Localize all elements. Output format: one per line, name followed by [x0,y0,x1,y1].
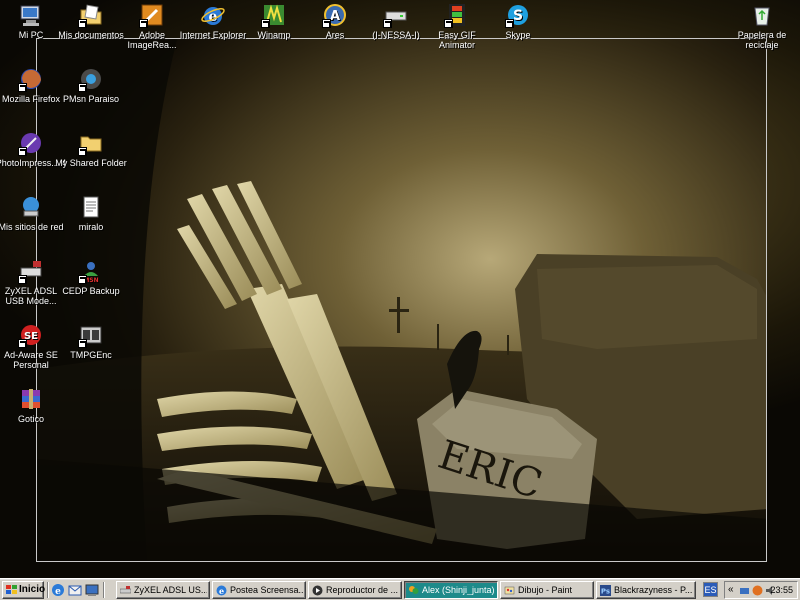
desktop[interactable]: ERIC Mi PC Mis documentos Adobe ImageRea… [0,0,800,578]
taskbar-separator [47,582,49,598]
ad-aware-icon: SE [18,322,44,348]
svg-text:Ps: Ps [601,588,610,596]
task-label: Blackrazyness - P... [614,585,693,595]
svg-text:e: e [55,587,61,597]
show-desktop-quicklaunch-icon[interactable] [85,583,99,597]
task-label: Postea Screensa... [230,585,303,595]
task-button-media-player[interactable]: Reproductor de ... [308,581,402,599]
recycle-bin-icon [749,2,775,28]
msn-backup-icon: MSN [78,258,104,284]
task-label: Dibujo - Paint [518,585,573,595]
photoimpression-icon [18,130,44,156]
icon-label: TMPGEnc [70,350,112,360]
shortcut-arrow-icon [261,19,270,28]
task-button-zyxel[interactable]: ZyXEL ADSL US... [116,581,210,599]
ie-window-icon: e [216,585,227,596]
paint-icon [504,586,515,595]
task-label: Reproductor de ... [326,585,399,595]
task-label: Alex (Shinji_junta)... [422,585,495,595]
icon-label: miralo [78,222,104,232]
language-indicator[interactable]: ES [703,582,718,597]
shared-folder-icon [78,130,104,156]
network-places-icon [18,194,44,220]
media-player-icon [312,585,323,596]
task-button-msn-chat[interactable]: Alex (Shinji_junta)... [404,581,498,599]
my-documents-icon [78,2,104,28]
msn-chat-icon [409,586,419,594]
start-label: Inicio [19,584,46,595]
icon-label: Papelera de reciclaje [737,30,787,50]
shortcut-arrow-icon [78,83,87,92]
winrar-archive-icon [18,386,44,412]
shortcut-arrow-icon [18,83,27,92]
adobe-imageready-icon [139,2,165,28]
winamp-icon [261,2,287,28]
task-button-photoshop[interactable]: Ps Blackrazyness - P... [596,581,696,599]
icon-label: CEDP Backup [62,286,120,296]
shortcut-arrow-icon [139,19,148,28]
shortcut-arrow-icon [18,275,27,284]
shortcut-arrow-icon [78,339,87,348]
drive-icon [383,2,409,28]
ares-icon: A [322,2,348,28]
desktop-icon-tmpgenc[interactable]: TMPGEnc [55,322,127,360]
shortcut-arrow-icon [18,147,27,156]
tray-network-icon[interactable] [739,585,750,596]
photoshop-icon: Ps [600,585,611,596]
system-tray: « 23:55 [724,581,798,599]
icon-label: Gotico [17,414,44,424]
clock[interactable]: 23:55 [770,585,793,595]
my-computer-icon [18,2,44,28]
task-button-paint[interactable]: Dibujo - Paint [500,581,594,599]
shortcut-arrow-icon [78,147,87,156]
shortcut-arrow-icon [78,275,87,284]
pmsn-icon [78,66,104,92]
svg-text:e: e [219,586,224,596]
shortcut-arrow-icon [322,19,331,28]
desktop-icon-recycle-bin[interactable]: Papelera de reciclaje [726,2,798,50]
internet-explorer-icon: e [200,2,226,28]
shortcut-arrow-icon [505,19,514,28]
wallpaper-image: ERIC [36,38,767,562]
task-label: ZyXEL ADSL US... [134,585,207,595]
desktop-icon-gotico[interactable]: Gotico [0,386,67,424]
ie-quicklaunch-icon[interactable]: e [51,583,65,597]
desktop-icon-cedp-backup[interactable]: MSN CEDP Backup [55,258,127,296]
text-document-icon [78,194,104,220]
firefox-icon [18,66,44,92]
zyxel-icon [120,586,131,594]
task-button-postea-screensaver[interactable]: e Postea Screensa... [212,581,306,599]
start-button[interactable]: Inicio [2,581,46,599]
shortcut-arrow-icon [18,339,27,348]
shortcut-arrow-icon [78,19,87,28]
icon-label: Skype [505,30,531,40]
tray-firefox-icon[interactable] [752,585,763,596]
icon-label: My Shared Folder [55,158,127,168]
tray-expand-chevron-icon[interactable]: « [728,584,734,595]
desktop-icon-miralo[interactable]: miralo [55,194,127,232]
taskbar-separator [103,582,105,598]
shortcut-arrow-icon [444,19,453,28]
outlook-quicklaunch-icon[interactable] [68,583,82,597]
easy-gif-animator-icon [444,2,470,28]
svg-text:A: A [330,9,340,24]
desktop-icon-shared-folder[interactable]: My Shared Folder [55,130,127,168]
desktop-icon-pmsn[interactable]: PMsn Paraiso [55,66,127,104]
taskbar: Inicio e ZyXEL ADSL US... e Postea Scree… [0,578,800,600]
tmpgenc-icon [78,322,104,348]
svg-text:S: S [513,8,523,24]
zyxel-modem-icon [18,258,44,284]
desktop-icon-skype[interactable]: S Skype [482,2,554,40]
windows-logo-icon [6,585,17,594]
shortcut-arrow-icon [383,19,392,28]
icon-label: PMsn Paraiso [62,94,120,104]
skype-icon: S [505,2,531,28]
